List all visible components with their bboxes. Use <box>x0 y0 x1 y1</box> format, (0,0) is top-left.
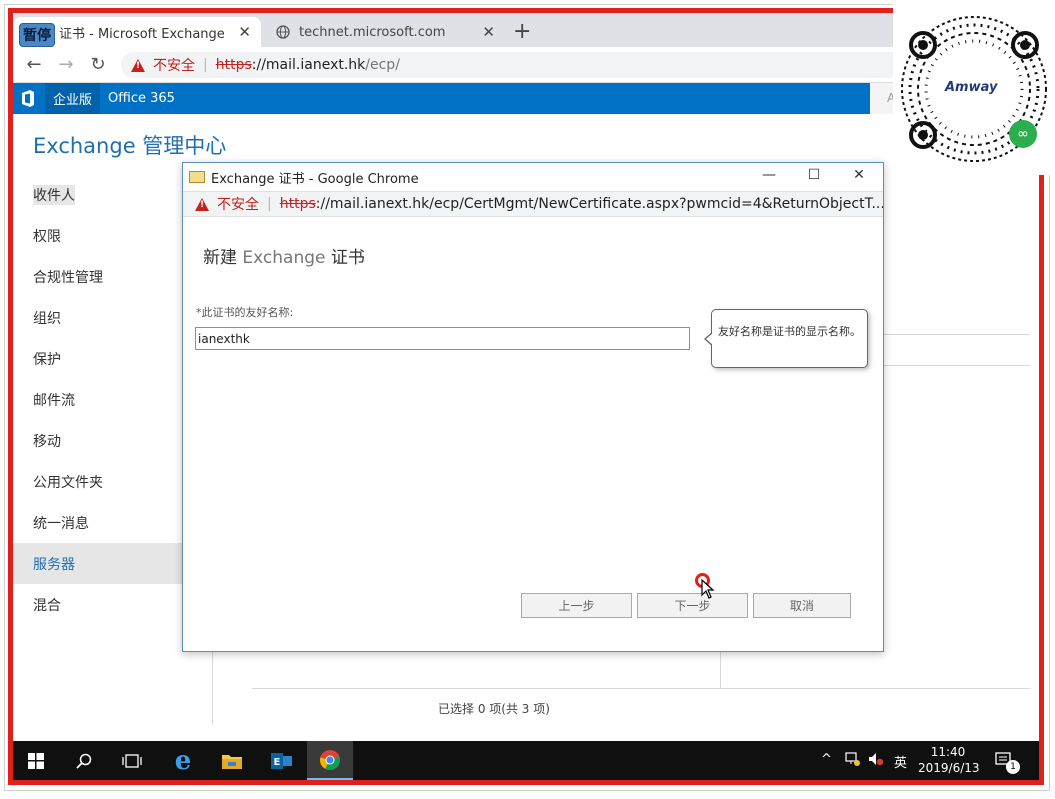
minimize-icon[interactable]: — <box>759 167 779 183</box>
internet-explorer-icon[interactable]: e <box>160 741 206 780</box>
url-path: /ecp/ <box>365 57 400 73</box>
taskbar: e E ^ 英 11:40 2019/6/13 1 <box>13 741 1040 780</box>
svg-text:E: E <box>274 757 281 768</box>
window-titlebar: Exchange 证书 - Google Chrome — ☐ ✕ <box>183 163 883 191</box>
clock-time: 11:40 <box>930 745 966 759</box>
sidebar-item-permissions[interactable]: 权限 <box>13 215 183 256</box>
nav-office365[interactable]: Office 365 <box>100 91 183 106</box>
task-view-icon[interactable] <box>109 741 155 780</box>
url-scheme: https <box>279 196 316 212</box>
office-logo-icon[interactable] <box>13 83 43 114</box>
chevron-up-icon[interactable]: ^ <box>821 752 832 767</box>
reload-icon[interactable]: ↻ <box>87 54 109 75</box>
nav-enterprise[interactable]: 企业版 <box>45 83 101 114</box>
tab-exchange-certificates[interactable]: 暂停 证书 - Microsoft Exchange ✕ <box>13 17 261 47</box>
sidebar-item-organization[interactable]: 组织 <box>13 297 183 338</box>
cancel-button[interactable]: 取消 <box>753 593 851 618</box>
sidebar-item-compliance[interactable]: 合规性管理 <box>13 256 183 297</box>
windows-start-icon[interactable] <box>13 741 59 780</box>
pause-badge: 暂停 <box>19 23 55 47</box>
insecure-label: 不安全 <box>153 58 195 74</box>
globe-icon <box>275 24 291 40</box>
sidebar-item-hybrid[interactable]: 混合 <box>13 584 183 625</box>
back-arrow-icon[interactable]: ← <box>23 54 45 75</box>
chrome-icon[interactable] <box>307 741 353 780</box>
clock-date: 2019/6/13 <box>918 761 980 775</box>
warning-icon <box>195 197 209 211</box>
mini-program-icon: ∞ <box>1009 120 1037 148</box>
sidebar-item-recipients[interactable]: 收件人 <box>13 174 183 215</box>
back-button[interactable]: 上一步 <box>521 593 632 618</box>
office365-bar: 企业版 Office 365 <box>13 83 870 114</box>
sidebar-item-unified-messaging[interactable]: 统一消息 <box>13 502 183 543</box>
tab-title: technet.microsoft.com <box>299 24 446 40</box>
tab-strip: 暂停 证书 - Microsoft Exchange ✕ technet.mic… <box>13 13 1040 47</box>
sidebar: 收件人 权限 合规性管理 组织 保护 邮件流 移动 公用文件夹 统一消息 服务器… <box>13 174 183 625</box>
next-button[interactable]: 下一步 <box>637 593 748 618</box>
selection-status: 已选择 0 项(共 3 项) <box>438 702 550 716</box>
address-bar: ← → ↻ 不安全 | https ://mail.ianext.hk /ecp… <box>13 47 1040 83</box>
url-host: ://mail.ianext.hk <box>251 57 366 73</box>
close-icon[interactable]: ✕ <box>238 23 251 41</box>
clock[interactable]: 11:40 2019/6/13 <box>918 744 980 776</box>
url-rest: ://mail.ianext.hk/ecp/CertMgmt/NewCertif… <box>315 196 883 212</box>
friendly-name-input[interactable] <box>195 327 690 350</box>
new-certificate-window: Exchange 证书 - Google Chrome — ☐ ✕ 不安全 | … <box>182 162 884 652</box>
forward-arrow-icon[interactable]: → <box>55 54 77 75</box>
page-title: Exchange 管理中心 <box>33 134 227 158</box>
new-tab-button[interactable]: + <box>513 19 531 44</box>
notification-badge: 1 <box>1006 760 1020 774</box>
network-icon[interactable] <box>845 752 861 770</box>
close-icon[interactable]: ✕ <box>482 23 495 41</box>
sidebar-item-mail-flow[interactable]: 邮件流 <box>13 379 183 420</box>
file-explorer-icon[interactable] <box>209 741 255 780</box>
qr-code-overlay: Amway ∞ <box>893 0 1055 175</box>
sidebar-item-public-folders[interactable]: 公用文件夹 <box>13 461 183 502</box>
sidebar-item-servers[interactable]: 服务器 <box>13 543 183 584</box>
friendly-name-label: *此证书的友好名称: <box>196 306 294 319</box>
insecure-label: 不安全 <box>217 197 259 213</box>
window-title: Exchange 证书 - Google Chrome <box>211 171 419 187</box>
popup-address-bar[interactable]: 不安全 | https ://mail.ianext.hk/ecp/CertMg… <box>183 191 883 217</box>
certificate-icon <box>189 171 205 183</box>
help-tooltip: 友好名称是证书的显示名称。 <box>704 309 868 368</box>
tab-technet[interactable]: technet.microsoft.com ✕ <box>265 17 505 47</box>
sidebar-item-mobile[interactable]: 移动 <box>13 420 183 461</box>
brand-logo: Amway <box>945 80 998 95</box>
mouse-pointer-icon <box>701 579 715 599</box>
sidebar-item-protection[interactable]: 保护 <box>13 338 183 379</box>
url-scheme: https <box>215 57 252 73</box>
warning-icon <box>131 58 145 72</box>
search-icon[interactable] <box>61 741 107 780</box>
close-icon[interactable]: ✕ <box>849 167 869 183</box>
maximize-icon[interactable]: ☐ <box>804 167 824 183</box>
volume-muted-icon[interactable] <box>868 752 884 770</box>
input-method-indicator[interactable]: 英 <box>894 752 907 771</box>
tab-title: 证书 - Microsoft Exchange <box>59 26 225 42</box>
exchange-toolbox-icon[interactable]: E <box>259 741 305 780</box>
dialog-heading: 新建 Exchange 证书 <box>203 248 365 268</box>
url-omnibox[interactable]: 不安全 | https ://mail.ianext.hk /ecp/ <box>121 52 1021 78</box>
